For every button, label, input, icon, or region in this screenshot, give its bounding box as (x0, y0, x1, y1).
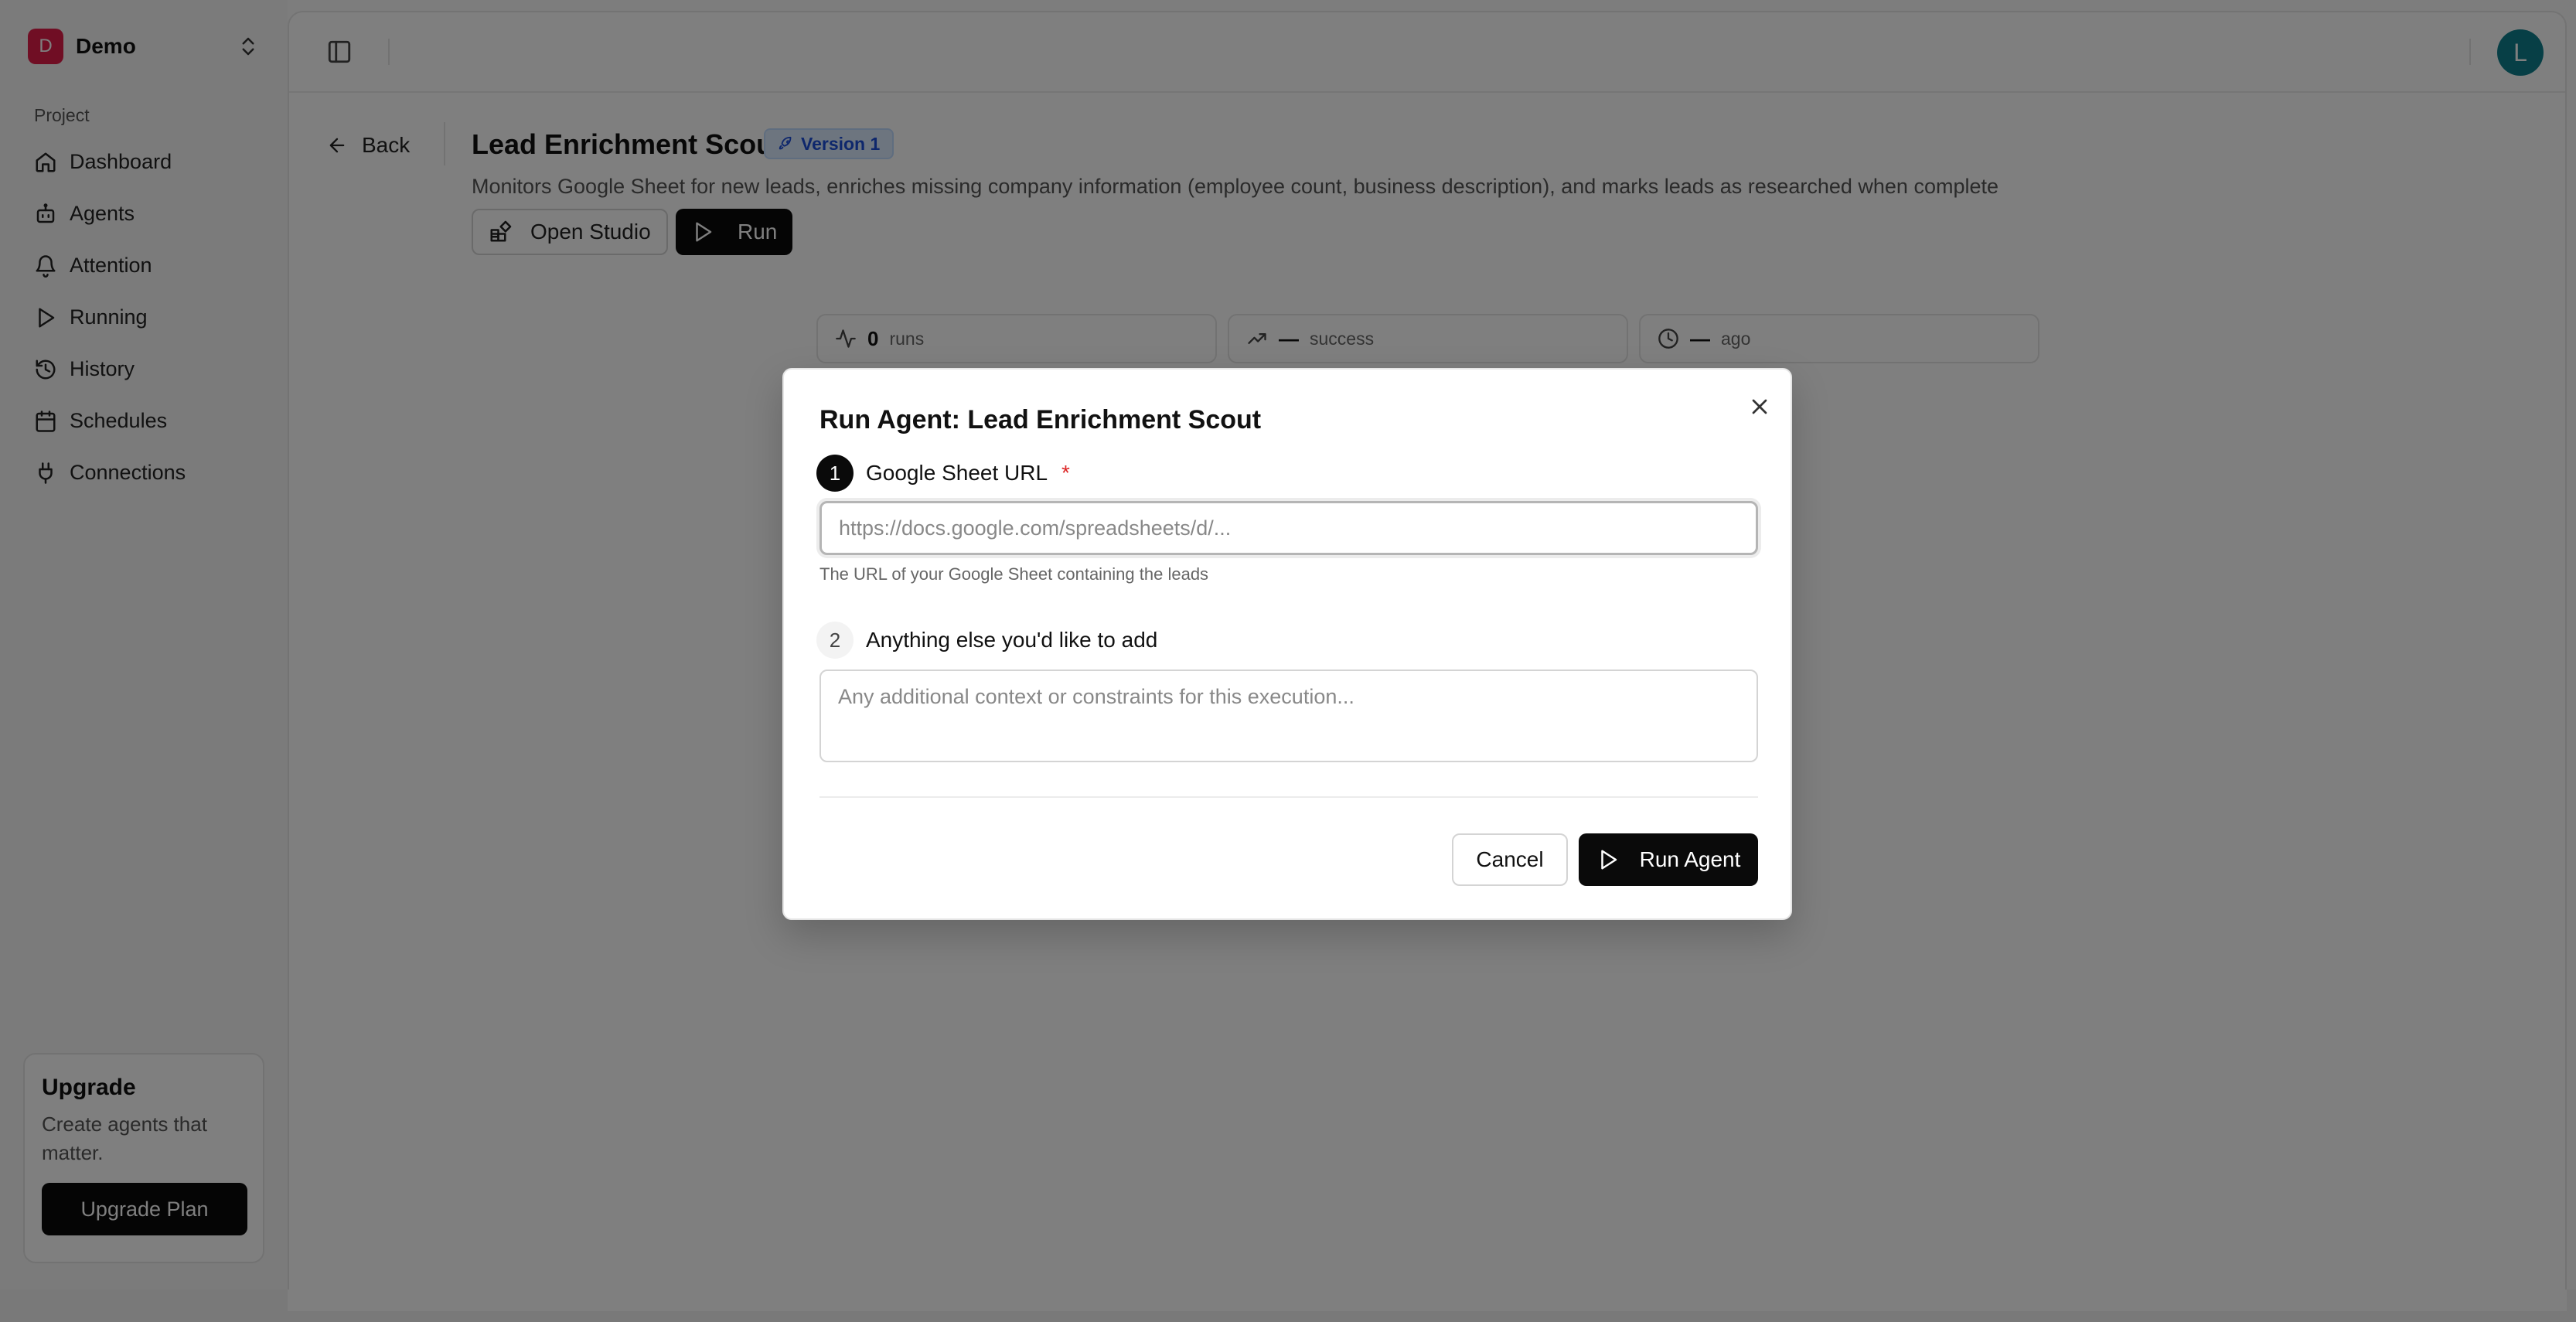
field-label: Google Sheet URL * (866, 461, 1070, 486)
run-agent-dialog: Run Agent: Lead Enrichment Scout 1 Googl… (782, 368, 1792, 920)
step-number: 2 (816, 622, 854, 659)
field-help-text: The URL of your Google Sheet containing … (819, 564, 1209, 584)
run-agent-button[interactable]: Run Agent (1579, 833, 1758, 886)
additional-context-textarea[interactable] (819, 670, 1758, 762)
google-sheet-url-input[interactable] (819, 501, 1758, 555)
step-number: 1 (816, 455, 854, 492)
additional-context-label: Anything else you'd like to add (866, 628, 1158, 652)
divider (819, 796, 1758, 798)
required-marker: * (1061, 461, 1070, 485)
google-sheet-url-label: Google Sheet URL (866, 461, 1048, 485)
dialog-title: Run Agent: Lead Enrichment Scout (819, 405, 1262, 434)
run-agent-label: Run Agent (1639, 847, 1741, 871)
cancel-button[interactable]: Cancel (1452, 833, 1568, 886)
play-icon (1600, 850, 1617, 870)
close-icon[interactable] (1747, 394, 1772, 419)
